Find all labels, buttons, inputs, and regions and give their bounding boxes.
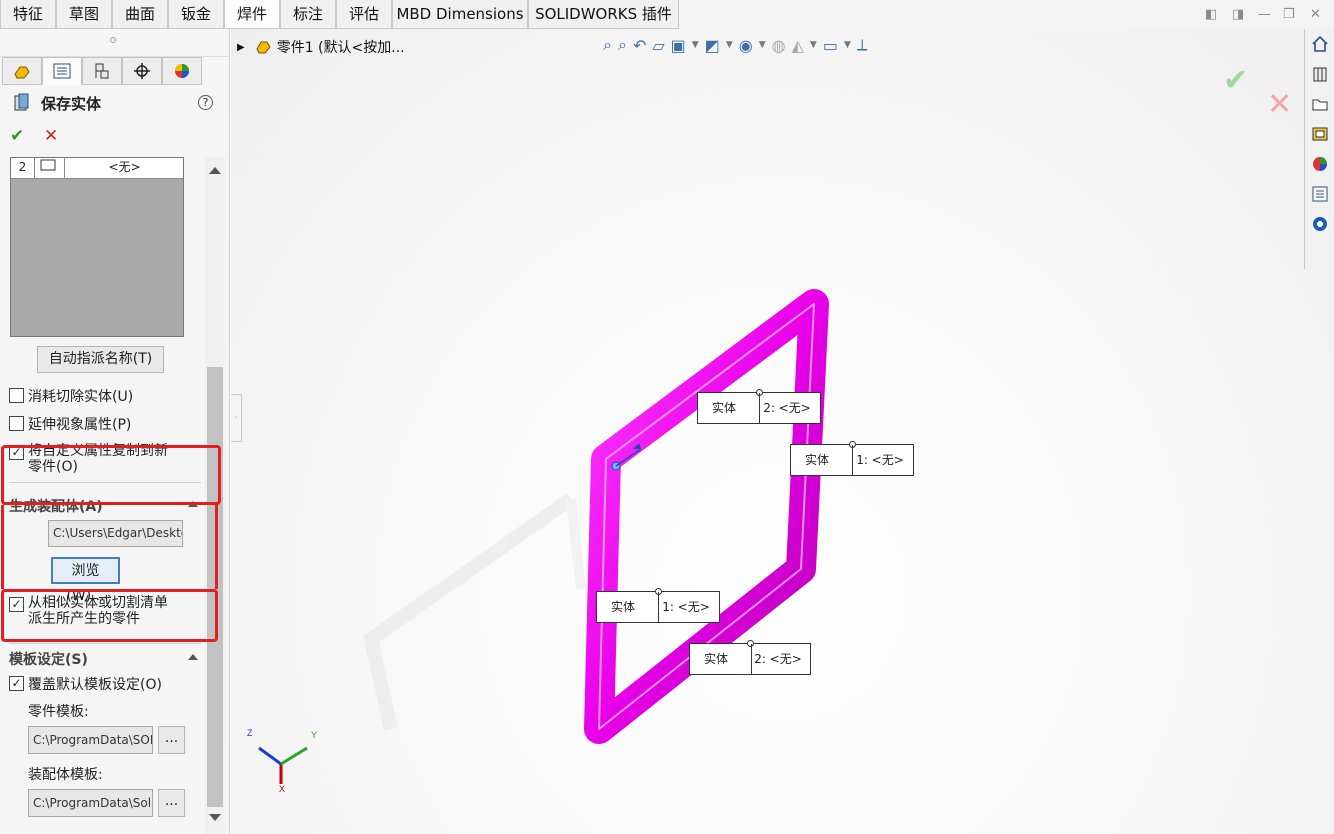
callout-value: 2: <无>: [763, 401, 811, 415]
highlight-box: [1, 589, 218, 642]
maximize-icon[interactable]: ❐: [1283, 7, 1295, 22]
callout-value: 1: <无>: [662, 600, 710, 614]
file-explorer-icon[interactable]: [1308, 91, 1332, 117]
propagate-visual-checkbox[interactable]: [9, 416, 24, 431]
propertymanager-tab[interactable]: [42, 57, 82, 85]
callout-value: 1: <无>: [856, 453, 904, 467]
body-callout[interactable]: 实体 1: <无>: [790, 441, 914, 476]
tab-markup[interactable]: 标注: [280, 0, 336, 29]
file-name-cell[interactable]: <无>: [66, 158, 183, 179]
featuremanager-tab[interactable]: [2, 57, 42, 85]
consume-cut-label: 消耗切除实体(U): [28, 389, 134, 405]
part-template-field[interactable]: C:\ProgramData\SOLIDWORKS: [28, 726, 153, 754]
featuremanager-icon: [14, 66, 30, 79]
axis-x-label: X: [279, 784, 285, 794]
override-template-checkbox[interactable]: ✓: [9, 676, 24, 691]
assembly-path-field[interactable]: C:\Users\Edgar\Desktop: [48, 520, 183, 547]
tab-features[interactable]: 特征: [0, 0, 56, 29]
body-icon: [35, 158, 65, 179]
tab-evaluate[interactable]: 评估: [336, 0, 392, 29]
expand-pane-icon[interactable]: ◨: [1232, 7, 1244, 22]
tab-surfaces[interactable]: 曲面: [112, 0, 168, 29]
solidworks-forum-icon[interactable]: [1308, 211, 1332, 237]
tab-weldments[interactable]: 焊件: [224, 0, 280, 29]
callout-label: 实体: [791, 445, 853, 475]
auto-assign-names-button[interactable]: 自动指派名称(T): [37, 346, 164, 373]
part-template-browse-button[interactable]: ...: [158, 726, 185, 754]
panel-grip[interactable]: [110, 37, 116, 43]
configurationmanager-icon: [95, 63, 109, 79]
consume-cut-bodies-row[interactable]: 消耗切除实体(U): [9, 386, 133, 406]
help-icon[interactable]: ?: [198, 95, 213, 110]
tab-mbd-dimensions[interactable]: MBD Dimensions: [392, 0, 528, 29]
dimxpert-tab[interactable]: [122, 57, 162, 85]
template-settings-header[interactable]: 模板设定(S): [9, 649, 88, 669]
propertymanager-icon: [53, 63, 71, 79]
page-title: 保存实体: [41, 95, 102, 113]
override-template-label: 覆盖默认模板设定(O): [28, 677, 162, 693]
scroll-down-icon[interactable]: [209, 814, 221, 821]
solidworks-resources-icon[interactable]: [1308, 31, 1332, 57]
divider: [9, 643, 201, 644]
body-callout[interactable]: 实体 2: <无>: [697, 389, 821, 424]
highlight-connector: [1, 505, 4, 589]
propagate-visual-row[interactable]: 延伸视象属性(P): [9, 414, 131, 434]
tab-sheet-metal[interactable]: 钣金: [168, 0, 224, 29]
consume-cut-checkbox[interactable]: [9, 388, 24, 403]
save-bodies-icon: [14, 93, 29, 111]
command-manager-tabs: 特征 草图 曲面 钣金 焊件 标注 评估 MBD Dimensions SOLI…: [0, 0, 1334, 29]
body-callout[interactable]: 实体 2: <无>: [689, 640, 811, 675]
body-callout[interactable]: 实体 1: <无>: [596, 588, 720, 623]
view-palette-icon[interactable]: [1308, 121, 1332, 147]
ghost-frame-shadow: [363, 493, 586, 731]
bodies-list[interactable]: 2 <无>: [10, 157, 184, 337]
cancel-button[interactable]: ✕: [44, 126, 58, 146]
close-icon[interactable]: ✕: [1310, 7, 1321, 22]
custom-properties-icon[interactable]: [1308, 181, 1332, 207]
browse-button[interactable]: 浏览(W)...: [51, 557, 120, 604]
list-item[interactable]: 2 <无>: [11, 158, 183, 179]
triad-icon: X Z Y: [247, 728, 317, 794]
assembly-template-browse-button[interactable]: ...: [158, 789, 185, 817]
assembly-template-field[interactable]: C:\ProgramData\SolidWorks: [28, 789, 153, 817]
tab-sketch[interactable]: 草图: [56, 0, 112, 29]
callout-label: 实体: [698, 393, 760, 423]
design-library-icon[interactable]: [1308, 61, 1332, 87]
appearances-icon[interactable]: [1308, 151, 1332, 177]
highlight-box: [1, 445, 221, 505]
display-manager-tab[interactable]: [162, 57, 202, 85]
manager-tabs: [0, 56, 230, 85]
scroll-up-icon[interactable]: [209, 167, 221, 174]
callout-value: 2: <无>: [754, 652, 802, 666]
callout-label: 实体: [690, 644, 752, 674]
propagate-visual-label: 延伸视象属性(P): [28, 417, 132, 433]
property-manager: 保存实体 ? ✔ ✕ 2 <无> 自动指派名称(T) 消耗切除实体(U) 延伸视…: [0, 29, 230, 834]
callout-label: 实体: [597, 592, 659, 622]
part-template-label: 零件模板:: [28, 704, 89, 720]
axis-y-label: Y: [311, 730, 317, 740]
assembly-template-label: 装配体模板:: [28, 767, 103, 783]
ok-button[interactable]: ✔: [10, 126, 24, 146]
appearance-ball-icon: [175, 64, 189, 78]
tab-solidworks-addins[interactable]: SOLIDWORKS 插件: [528, 0, 679, 29]
dimxpert-crosshair-icon: [134, 63, 150, 79]
axis-z-label: Z: [247, 728, 253, 738]
minimize-icon[interactable]: —: [1258, 7, 1271, 22]
override-template-row[interactable]: ✓ 覆盖默认模板设定(O): [9, 674, 162, 694]
highlight-connector: [215, 505, 218, 589]
collapse-icon[interactable]: [188, 654, 198, 660]
task-pane: [1304, 29, 1334, 269]
graphics-area[interactable]: ◦ ▶ 零件1 (默认<按加... ⌕ ⌕ ↶ ▱ ▣ ▼ ◩ ▼ ◉ ▼ ◍ ◭ ▼ …: [231, 29, 1334, 834]
restore-pane-icon[interactable]: ◧: [1205, 7, 1217, 22]
model-view[interactable]: X Z Y: [231, 29, 1304, 834]
configurationmanager-tab[interactable]: [82, 57, 122, 85]
row-number: 2: [11, 158, 35, 179]
